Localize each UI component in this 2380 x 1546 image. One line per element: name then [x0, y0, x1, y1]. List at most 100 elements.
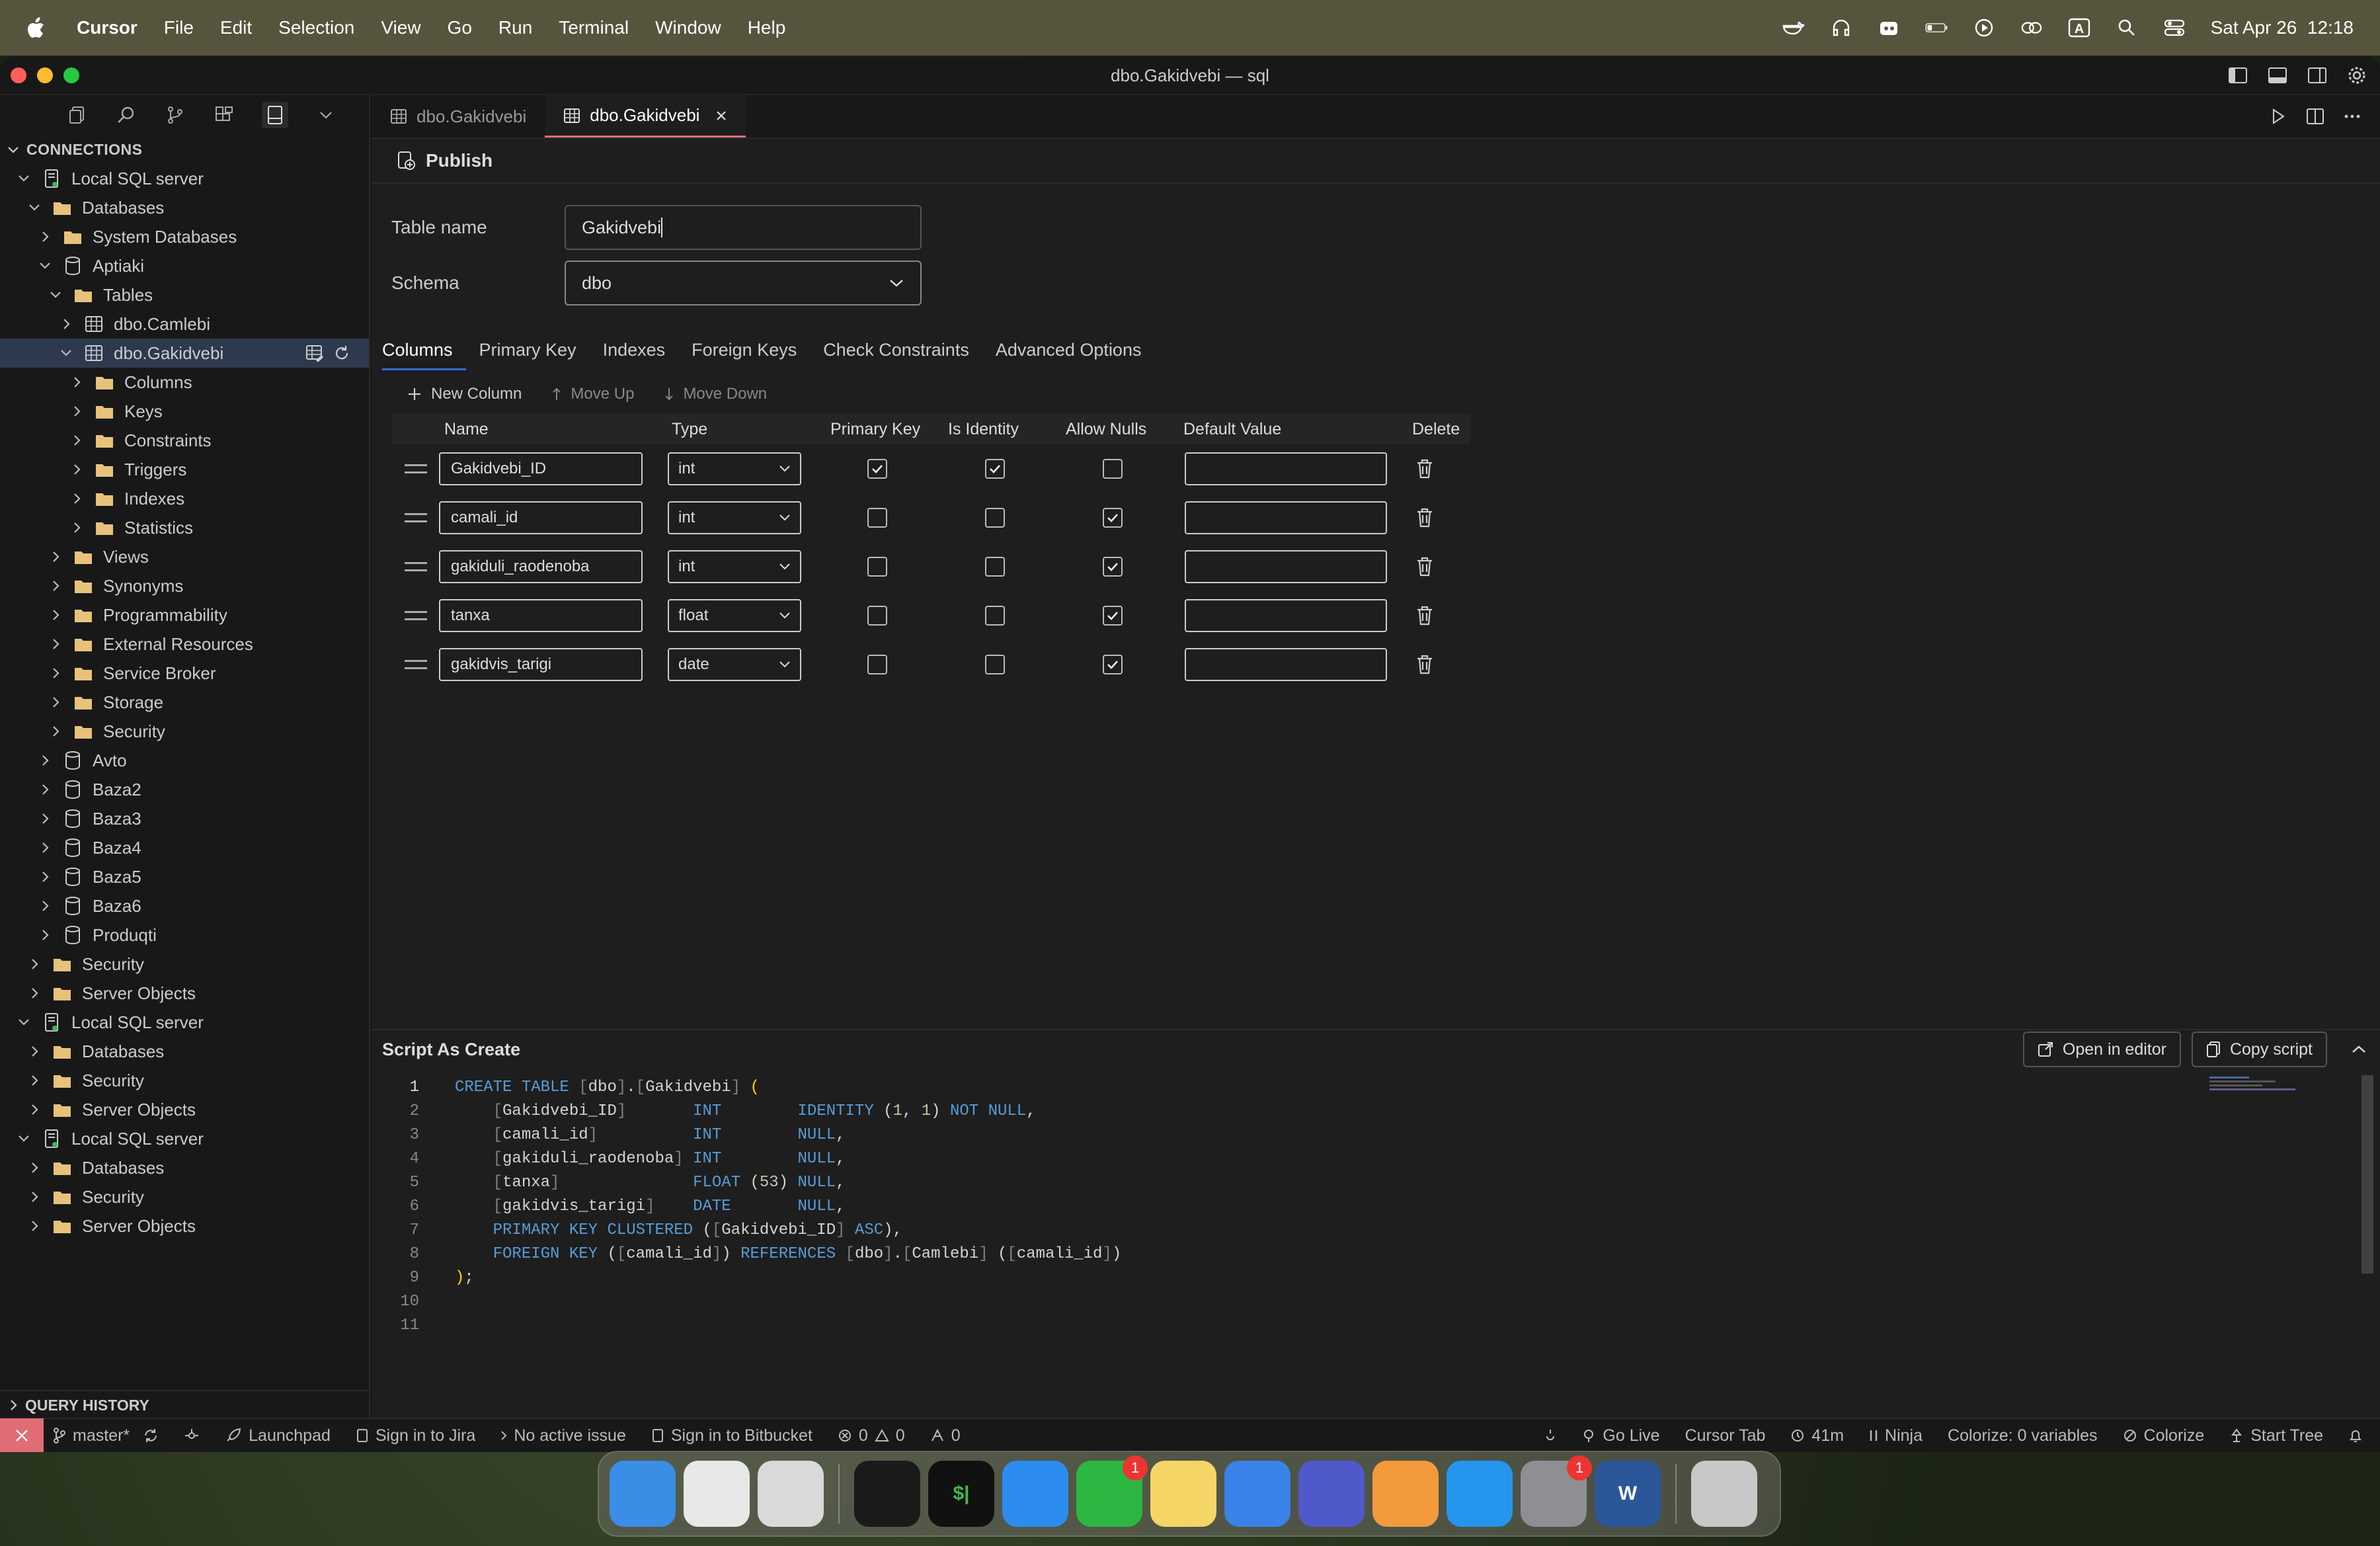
tree-item-databases[interactable]: Databases: [0, 1153, 369, 1182]
menu-window[interactable]: Window: [655, 17, 721, 38]
is-identity-checkbox[interactable]: [985, 459, 1005, 479]
chevron-right-icon[interactable]: [28, 1103, 41, 1116]
minimap[interactable]: [2209, 1075, 2302, 1095]
tree-item-server-objects[interactable]: Server Objects: [0, 979, 369, 1008]
chevron-right-icon[interactable]: [28, 1074, 41, 1087]
chevron-right-icon[interactable]: [49, 696, 62, 709]
is-identity-checkbox[interactable]: [985, 508, 1005, 528]
notifications-bell-status-icon[interactable]: [1544, 1428, 1556, 1443]
edit-table-icon[interactable]: [305, 345, 324, 362]
search-icon[interactable]: [115, 104, 138, 126]
tree-item-server-objects[interactable]: Server Objects: [0, 1211, 369, 1241]
close-tab-icon[interactable]: [715, 110, 727, 122]
headphones-tray-icon[interactable]: [1830, 17, 1852, 39]
git-branch-item[interactable]: master*: [53, 1426, 159, 1445]
menu-go[interactable]: Go: [448, 17, 472, 38]
dock-word-icon[interactable]: W: [1595, 1461, 1661, 1527]
chevron-right-icon[interactable]: [38, 928, 52, 942]
schema-select[interactable]: dbo: [565, 261, 922, 305]
primary-key-checkbox[interactable]: [867, 508, 887, 528]
sync-icon[interactable]: [143, 1428, 159, 1444]
tree-item-avto[interactable]: Avto: [0, 746, 369, 775]
column-type-select[interactable]: float: [668, 599, 801, 632]
tree-item-security[interactable]: Security: [0, 717, 369, 746]
tree-item-security[interactable]: Security: [0, 1066, 369, 1095]
git-graph-icon[interactable]: [184, 1428, 200, 1444]
primary-key-checkbox[interactable]: [867, 655, 887, 674]
go-live-item[interactable]: Go Live: [1581, 1426, 1660, 1445]
docker-tray-icon[interactable]: [1782, 17, 1805, 39]
toggle-panel-icon[interactable]: [2268, 65, 2287, 85]
trash-icon[interactable]: [1415, 604, 1435, 627]
chevron-right-icon[interactable]: [28, 1045, 41, 1058]
trash-icon[interactable]: [1415, 653, 1435, 676]
dock-notes-icon[interactable]: [1150, 1461, 1216, 1527]
chevron-right-icon[interactable]: [28, 957, 41, 971]
chevron-right-icon[interactable]: [28, 987, 41, 1000]
menu-edit[interactable]: Edit: [220, 17, 252, 38]
script-code-view[interactable]: 1 CREATE TABLE [dbo].[Gakidvebi] (2 [Gaki…: [372, 1075, 1121, 1337]
drag-handle-icon[interactable]: [405, 513, 427, 522]
menu-help[interactable]: Help: [748, 17, 786, 38]
issue-item[interactable]: No active issue: [500, 1426, 626, 1445]
chevron-right-icon[interactable]: [49, 579, 62, 592]
move-down-button[interactable]: Move Down: [664, 385, 767, 403]
chevron-right-icon[interactable]: [38, 812, 52, 825]
split-editor-icon[interactable]: [2306, 107, 2324, 126]
column-name-input[interactable]: tanxa: [439, 599, 643, 632]
tree-item-external-resources[interactable]: External Resources: [0, 630, 369, 659]
menu-file[interactable]: File: [164, 17, 194, 38]
ninja-item[interactable]: Ninja: [1869, 1426, 1923, 1445]
chevron-down-icon[interactable]: [49, 288, 62, 302]
tree-item-baza3[interactable]: Baza3: [0, 804, 369, 833]
minimize-window-button[interactable]: [37, 67, 53, 83]
is-identity-checkbox[interactable]: [985, 606, 1005, 626]
tree-item-local-sql-server[interactable]: Local SQL server: [0, 164, 369, 193]
default-value-input[interactable]: [1185, 599, 1387, 632]
notifications-bell-icon[interactable]: [2348, 1428, 2363, 1444]
explorer-files-icon[interactable]: [66, 104, 89, 126]
menu-run[interactable]: Run: [498, 17, 532, 38]
tab-foreign-keys[interactable]: Foreign Keys: [678, 340, 810, 370]
chevron-right-icon[interactable]: [70, 376, 83, 389]
default-value-input[interactable]: [1185, 648, 1387, 681]
tab-check-constraints[interactable]: Check Constraints: [810, 340, 982, 370]
zoom-window-button[interactable]: [63, 67, 79, 83]
chevron-right-icon[interactable]: [38, 783, 52, 796]
column-type-select[interactable]: date: [668, 648, 801, 681]
toggle-primary-sidebar-icon[interactable]: [2228, 65, 2248, 85]
trash-icon[interactable]: [1415, 555, 1435, 578]
menu-terminal[interactable]: Terminal: [559, 17, 629, 38]
tree-item-system-databases[interactable]: System Databases: [0, 222, 369, 251]
tree-item-tables[interactable]: Tables: [0, 280, 369, 309]
bitbucket-item[interactable]: Sign in to Bitbucket: [651, 1426, 813, 1445]
toggle-secondary-sidebar-icon[interactable]: [2307, 65, 2327, 85]
start-tree-item[interactable]: Start Tree: [2229, 1426, 2323, 1445]
tab-columns[interactable]: Columns: [382, 340, 466, 370]
drag-handle-icon[interactable]: [405, 660, 427, 669]
primary-key-checkbox[interactable]: [867, 606, 887, 626]
run-icon[interactable]: [2270, 108, 2286, 125]
chevron-right-icon[interactable]: [70, 405, 83, 418]
dock-app-store-icon[interactable]: [1002, 1461, 1068, 1527]
chevron-right-icon[interactable]: [49, 667, 62, 680]
database-connections-icon[interactable]: [262, 102, 288, 128]
scrollbar[interactable]: [2361, 1075, 2373, 1274]
dock-system-settings-icon[interactable]: 1: [1521, 1455, 1592, 1527]
collapse-panel-chevron-icon[interactable]: [2351, 1045, 2367, 1054]
apple-menu-icon[interactable]: [26, 17, 45, 38]
column-type-select[interactable]: int: [668, 501, 801, 534]
column-name-input[interactable]: camali_id: [439, 501, 643, 534]
clock[interactable]: Sat Apr 26 12:18: [2211, 17, 2354, 38]
tree-item-keys[interactable]: Keys: [0, 397, 369, 426]
app-tray-icon[interactable]: [1878, 17, 1900, 39]
battery-icon[interactable]: [1925, 17, 1948, 39]
tab-dbo-gakidvebi-active[interactable]: dbo.Gakidvebi: [545, 95, 746, 138]
tree-item-synonyms[interactable]: Synonyms: [0, 571, 369, 600]
tree-item-triggers[interactable]: Triggers: [0, 455, 369, 484]
jira-item[interactable]: Sign in to Jira: [356, 1426, 475, 1445]
open-in-editor-button[interactable]: Open in editor: [2022, 1032, 2181, 1067]
tree-item-constraints[interactable]: Constraints: [0, 426, 369, 455]
extensions-icon[interactable]: [213, 104, 235, 126]
allow-nulls-checkbox[interactable]: [1103, 606, 1123, 626]
